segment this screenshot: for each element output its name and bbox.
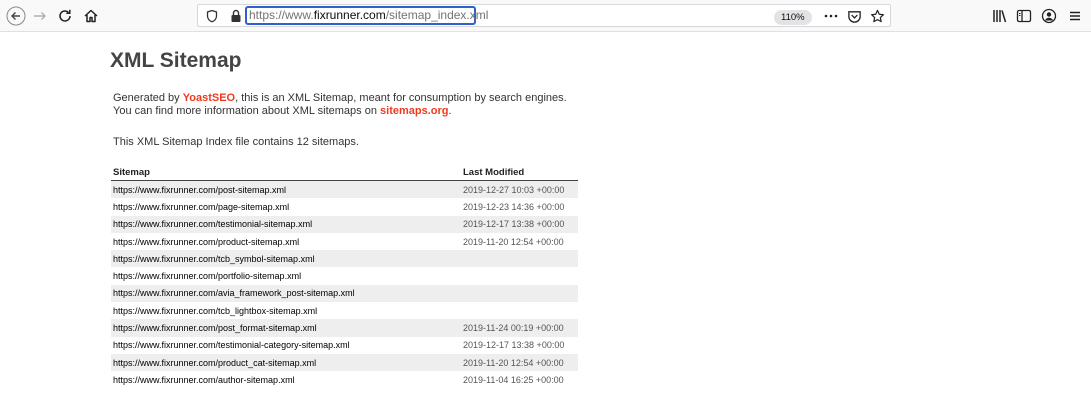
sitemap-url-cell: https://www.fixrunner.com/portfolio-site… [111,267,461,284]
pocket-icon[interactable] [842,0,866,32]
sitemap-link[interactable]: https://www.fixrunner.com/product-sitema… [113,237,299,247]
table-row: https://www.fixrunner.com/author-sitemap… [111,371,578,388]
desc-prefix: Generated by [113,92,183,104]
sitemap-count: This XML Sitemap Index file contains 12 … [113,136,359,148]
last-modified-cell [461,267,578,284]
desc-line2: You can find more information about XML … [113,104,381,117]
forward-arrow-icon[interactable] [28,0,52,32]
sitemap-link[interactable]: https://www.fixrunner.com/product_cat-si… [113,358,316,368]
sitemap-link[interactable]: https://www.fixrunner.com/portfolio-site… [113,271,301,281]
sitemap-table: Sitemap Last Modified https://www.fixrun… [111,164,578,389]
last-modified-cell: 2019-12-27 10:03 +00:00 [461,180,578,199]
last-modified-column-header: Last Modified [461,164,578,181]
star-icon[interactable] [865,0,889,32]
sitemap-url-cell: https://www.fixrunner.com/testimonial-ca… [111,337,461,354]
last-modified-cell: 2019-11-20 12:54 +00:00 [461,353,578,372]
table-row: https://www.fixrunner.com/tcb_lightbox-s… [111,302,578,319]
account-icon[interactable] [1037,0,1061,32]
browser-toolbar: https://www.fixrunner.com/sitemap_index.… [0,0,1091,32]
table-row: https://www.fixrunner.com/tcb_symbol-sit… [111,250,578,268]
sitemap-link[interactable]: https://www.fixrunner.com/tcb_lightbox-s… [113,306,317,316]
shield-icon[interactable] [200,0,224,32]
sitemap-link[interactable]: https://www.fixrunner.com/tcb_symbol-sit… [113,254,315,264]
url-text[interactable]: https://www.fixrunner.com/sitemap_index.… [249,7,488,24]
sitemap-url-cell: https://www.fixrunner.com/avia_framework… [111,284,461,303]
last-modified-cell [461,284,578,303]
sitemap-url-cell: https://www.fixrunner.com/author-sitemap… [111,371,461,388]
url-prefix: https://www. [249,8,314,22]
sitemap-link[interactable]: https://www.fixrunner.com/post_format-si… [113,323,317,333]
sitemap-link[interactable]: https://www.fixrunner.com/testimonial-ca… [113,340,350,350]
sitemap-link[interactable]: https://www.fixrunner.com/post-sitemap.x… [113,185,286,195]
last-modified-cell: 2019-12-17 13:38 +00:00 [463,340,565,351]
sitemap-url-cell: https://www.fixrunner.com/tcb_lightbox-s… [111,302,461,319]
last-modified-cell: 2019-11-04 16:25 +00:00 [463,374,564,385]
last-modified-cell: 2019-12-23 14:36 +00:00 [463,201,565,212]
last-modified-cell: 2019-11-24 00:19 +00:00 [461,319,578,337]
sitemap-column-header: Sitemap [111,164,461,181]
table-row: https://www.fixrunner.com/post_format-si… [111,319,578,337]
table-header-row: Sitemap Last Modified [111,164,578,181]
sitemap-url-cell: https://www.fixrunner.com/page-sitemap.x… [111,198,461,215]
table-row: https://www.fixrunner.com/page-sitemap.x… [111,198,578,215]
page-title: XML Sitemap [110,49,242,72]
last-modified-cell [461,302,578,319]
table-row: https://www.fixrunner.com/product-sitema… [111,233,578,250]
table-row: https://www.fixrunner.com/avia_framework… [111,284,578,303]
desc-mid: , this is an XML Sitemap, meant for cons… [235,92,567,104]
library-icon[interactable] [988,0,1012,32]
sitemap-url-cell: https://www.fixrunner.com/tcb_symbol-sit… [111,250,461,268]
sitemaps-org-link[interactable]: sitemaps.org [380,105,448,117]
yoastseo-link[interactable]: YoastSEO [183,92,235,104]
sitemap-url-cell: https://www.fixrunner.com/product-sitema… [111,233,461,250]
last-modified-cell: 2019-12-17 13:38 +00:00 [461,215,578,233]
sitemap-link[interactable]: https://www.fixrunner.com/testimonial-si… [113,219,312,229]
url-path: /sitemap_index.xml [385,8,489,22]
sidebar-icon[interactable] [1012,0,1036,32]
table-row: https://www.fixrunner.com/post-sitemap.x… [111,180,578,199]
sitemap-url-cell: https://www.fixrunner.com/testimonial-si… [111,215,461,233]
table-row: https://www.fixrunner.com/testimonial-si… [111,215,578,233]
sitemap-description: Generated by YoastSEO, this is an XML Si… [113,92,567,117]
sitemap-url-cell: https://www.fixrunner.com/post_format-si… [111,319,461,337]
table-row: https://www.fixrunner.com/portfolio-site… [111,267,578,284]
hamburger-menu-icon[interactable] [1063,0,1087,32]
sitemap-link[interactable]: https://www.fixrunner.com/avia_framework… [113,288,355,298]
reload-icon[interactable] [53,0,77,32]
url-host: fixrunner.com [313,8,386,22]
table-row: https://www.fixrunner.com/product_cat-si… [111,353,578,372]
home-icon[interactable] [79,0,103,32]
table-row: https://www.fixrunner.com/testimonial-ca… [111,337,578,354]
sitemap-link[interactable]: https://www.fixrunner.com/page-sitemap.x… [113,202,289,212]
sitemap-url-cell: https://www.fixrunner.com/product_cat-si… [111,353,461,372]
last-modified-cell [461,250,578,268]
zoom-level-badge[interactable]: 110% [774,10,812,25]
more-icon[interactable] [819,0,843,32]
last-modified-cell: 2019-11-20 12:54 +00:00 [463,236,564,247]
sitemap-link[interactable]: https://www.fixrunner.com/author-sitemap… [113,375,295,385]
desc-end: . [448,104,452,117]
sitemap-url-cell: https://www.fixrunner.com/post-sitemap.x… [111,180,461,199]
back-arrow-icon[interactable] [4,0,28,32]
